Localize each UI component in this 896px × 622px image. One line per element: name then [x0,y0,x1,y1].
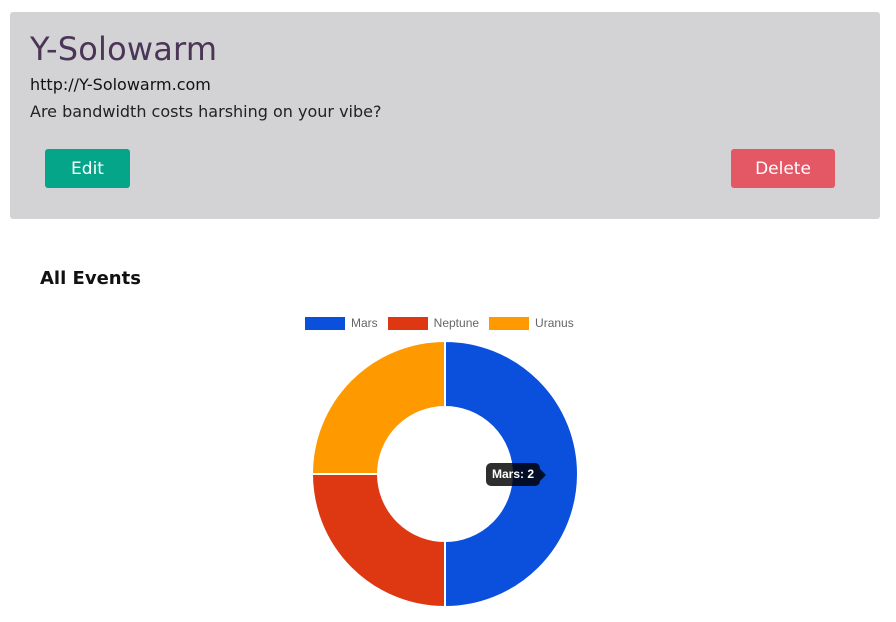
legend-label-uranus: Uranus [535,316,574,330]
delete-button[interactable]: Delete [731,149,835,188]
slice-uranus[interactable] [310,339,446,475]
legend-item-mars[interactable]: Mars [305,316,378,330]
chart-tooltip: Mars : 2 [486,463,547,486]
section-title: All Events [40,268,141,289]
legend-swatch-neptune [387,316,428,330]
company-title: Y-Solowarm [30,30,218,68]
tooltip-separator: : [520,467,528,481]
tooltip-value: 2 [527,467,535,481]
donut-chart [310,339,579,609]
company-description: Are bandwidth costs harshing on your vib… [30,102,382,121]
slice-neptune[interactable] [310,473,446,609]
company-card: Y-Solowarm http://Y-Solowarm.com Are ban… [10,12,880,219]
chart-legend: Mars Neptune Uranus [305,316,584,330]
legend-label-neptune: Neptune [433,316,480,330]
legend-swatch-uranus [489,316,530,330]
legend-item-neptune[interactable]: Neptune [387,316,480,330]
edit-button[interactable]: Edit [45,149,130,188]
legend-swatch-mars [305,316,345,330]
tooltip-label: Mars [492,467,521,481]
legend-item-uranus[interactable]: Uranus [489,316,574,330]
company-url: http://Y-Solowarm.com [30,75,211,94]
legend-label-mars: Mars [351,316,378,330]
